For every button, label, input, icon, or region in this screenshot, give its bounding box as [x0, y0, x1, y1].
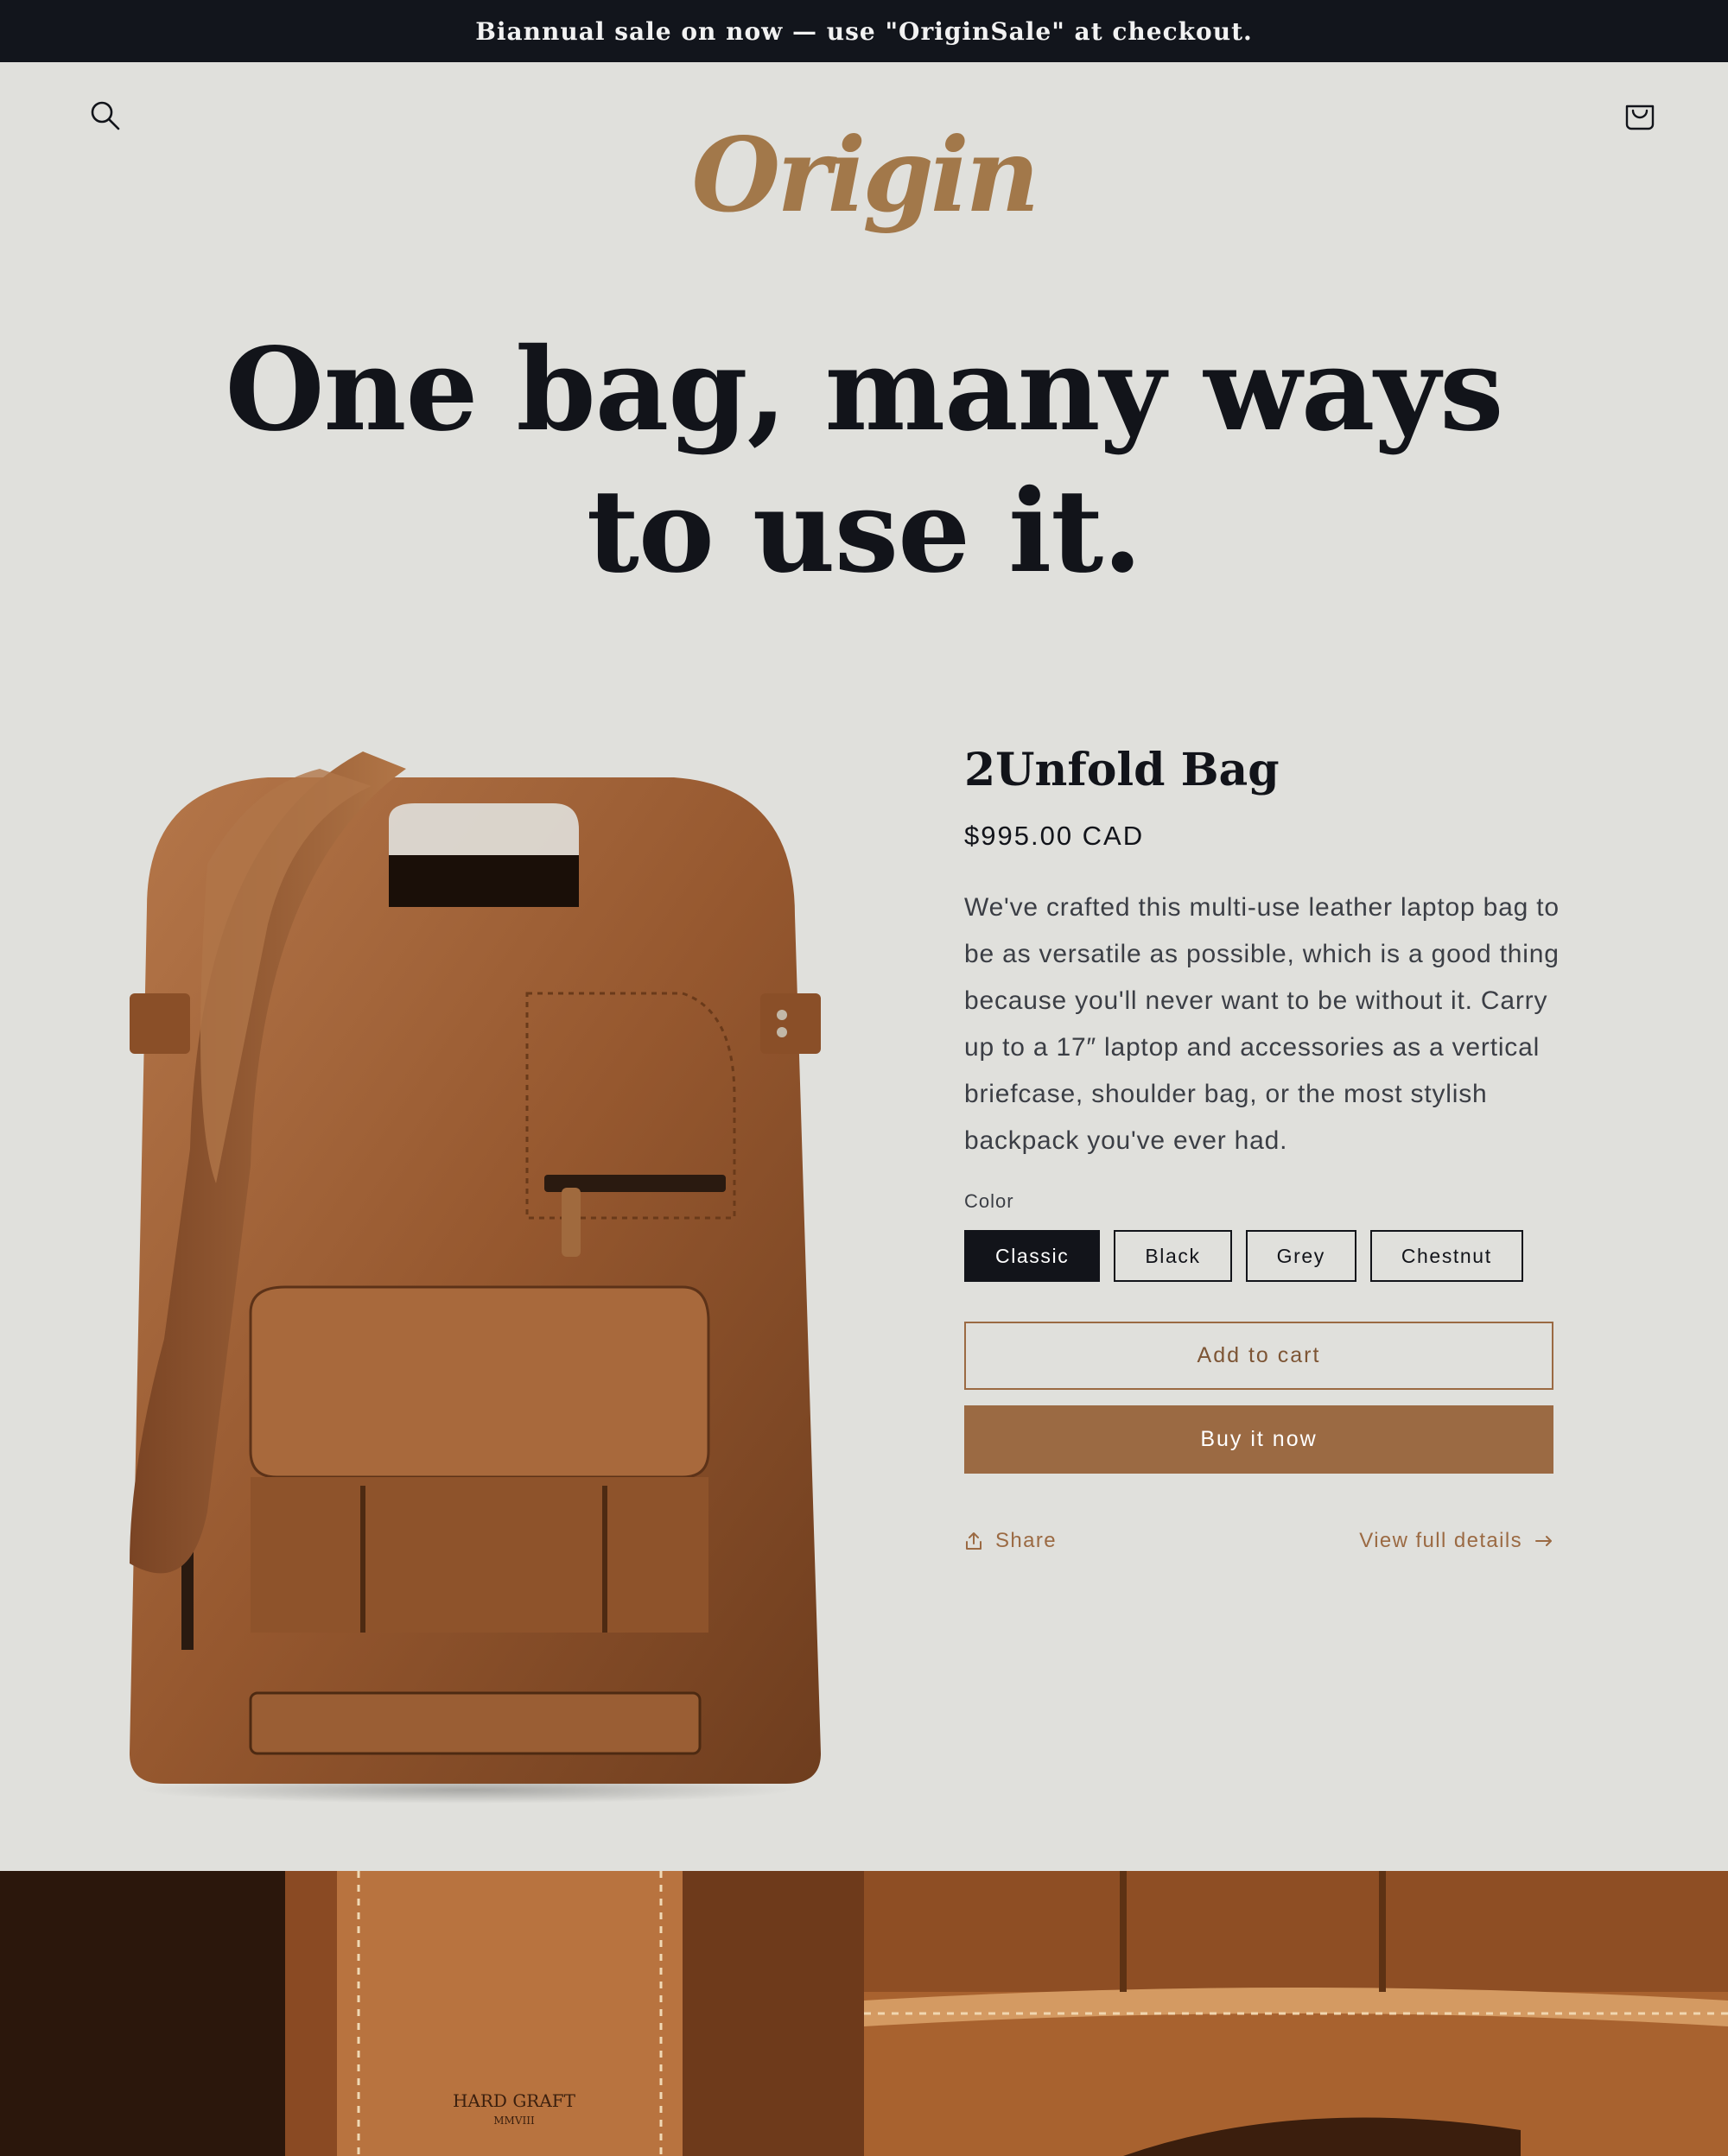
color-options: Classic Black Grey Chestnut — [964, 1230, 1553, 1282]
color-label: Color — [964, 1190, 1014, 1212]
gallery-image-2[interactable] — [864, 1871, 1728, 2156]
search-button[interactable] — [78, 88, 133, 143]
bag-illustration — [130, 751, 821, 1804]
hero-line-2: to use it. — [586, 465, 1142, 599]
color-option-chestnut[interactable]: Chestnut — [1369, 1230, 1523, 1282]
announcement-bar: Biannual sale on now — use "OriginSale" … — [0, 0, 1728, 62]
hero-line-1: One bag, many ways — [225, 323, 1504, 457]
share-label: Share — [995, 1529, 1058, 1552]
view-full-details-link[interactable]: View full details — [1359, 1529, 1553, 1553]
share-button[interactable]: Share — [964, 1529, 1057, 1553]
product-image[interactable] — [78, 734, 855, 1805]
stamp-text-1: HARD GRAFT — [453, 2090, 576, 2111]
share-icon — [966, 1532, 982, 1550]
color-option-grey[interactable]: Grey — [1245, 1230, 1356, 1282]
cart-button[interactable] — [1612, 88, 1668, 143]
product-description: We've crafted this multi-use leather lap… — [964, 893, 1560, 1155]
color-option-black[interactable]: Black — [1114, 1230, 1232, 1282]
arrow-right-icon — [1535, 1536, 1552, 1546]
hero-heading: One bag, many ways to use it. — [173, 320, 1555, 603]
product-gallery: HARD GRAFT MMVIII — [0, 1871, 1728, 2156]
gallery-image-1[interactable]: HARD GRAFT MMVIII — [0, 1871, 864, 2156]
product-price: $995.00 CAD — [964, 821, 1145, 851]
product-title: 2Unfold Bag — [964, 744, 1280, 796]
stamp-text-2: MMVIII — [493, 2115, 535, 2127]
product-info: 2Unfold Bag $995.00 CAD We've crafted th… — [964, 734, 1559, 1553]
site-header: Origin — [0, 62, 1728, 270]
search-icon — [91, 101, 120, 130]
view-details-label: View full details — [1359, 1529, 1522, 1552]
add-to-cart-button[interactable]: Add to cart — [964, 1322, 1553, 1390]
color-option-classic[interactable]: Classic — [964, 1230, 1101, 1282]
product-links: Share View full details — [964, 1529, 1553, 1553]
site-logo[interactable]: Origin — [691, 114, 1040, 235]
announcement-text: Biannual sale on now — use "OriginSale" … — [475, 16, 1253, 46]
cart-icon — [1625, 105, 1655, 130]
buy-now-button[interactable]: Buy it now — [964, 1405, 1553, 1474]
